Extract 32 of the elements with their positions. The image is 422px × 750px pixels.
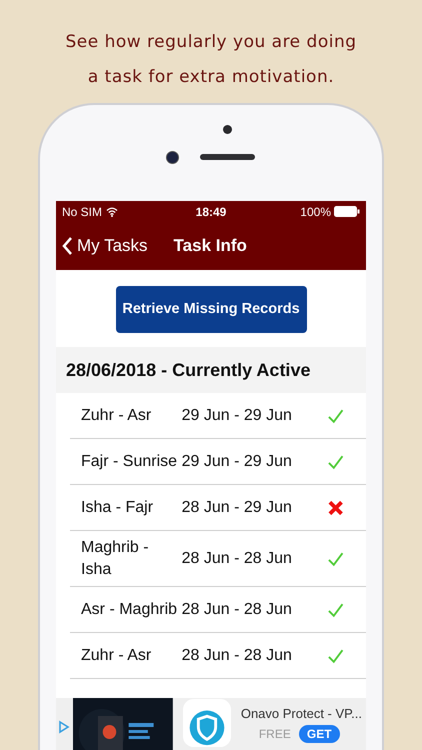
task-name: Zuhr - Asr: [81, 646, 152, 666]
sensor-icon: [223, 125, 232, 134]
task-name: Zuhr - Asr: [81, 406, 152, 426]
retrieve-button[interactable]: Retrieve Missing Records: [116, 286, 306, 332]
battery-text: 100%: [300, 204, 331, 218]
task-name: Maghrib - Isha: [81, 538, 150, 580]
get-button[interactable]: GET: [298, 725, 340, 743]
date-range: 28 Jun - 28 Jun: [180, 550, 293, 568]
price-text: FREE: [258, 727, 291, 741]
time-text: 18:49: [196, 204, 226, 218]
ad-choices-icon: [58, 720, 70, 734]
task-name: Fajr - Sunrise: [81, 452, 178, 472]
camera-icon: [166, 151, 179, 164]
wifi-icon: [106, 206, 118, 216]
date-range: 29 Jun - 29 Jun: [180, 407, 293, 425]
battery-icon: [334, 206, 360, 217]
caption-text: a task for extra motivation.: [88, 66, 334, 89]
date-range: 28 Jun - 28 Jun: [180, 647, 293, 665]
screen-title: Task Info: [174, 236, 247, 256]
date-range: 29 Jun - 29 Jun: [180, 453, 293, 471]
back-link[interactable]: My Tasks: [62, 236, 148, 256]
caption-text: See how regularly you are doing: [65, 31, 357, 54]
ad-banner[interactable]: Onavo Protect - VP... FREE GET: [56, 698, 366, 750]
ad-title: Onavo Protect - VP...: [240, 706, 362, 721]
carrier-text: No SIM: [62, 204, 102, 218]
speaker-icon: [200, 154, 255, 160]
task-name: Asr - Maghrib: [81, 600, 178, 620]
date-range: 28 Jun - 28 Jun: [180, 601, 293, 619]
date-range: 28 Jun - 29 Jun: [180, 499, 293, 517]
section-header: 28/06/2018 - Currently Active: [56, 347, 366, 393]
task-name: Isha - Fajr: [81, 498, 154, 518]
chevron-left-icon: [62, 236, 73, 256]
